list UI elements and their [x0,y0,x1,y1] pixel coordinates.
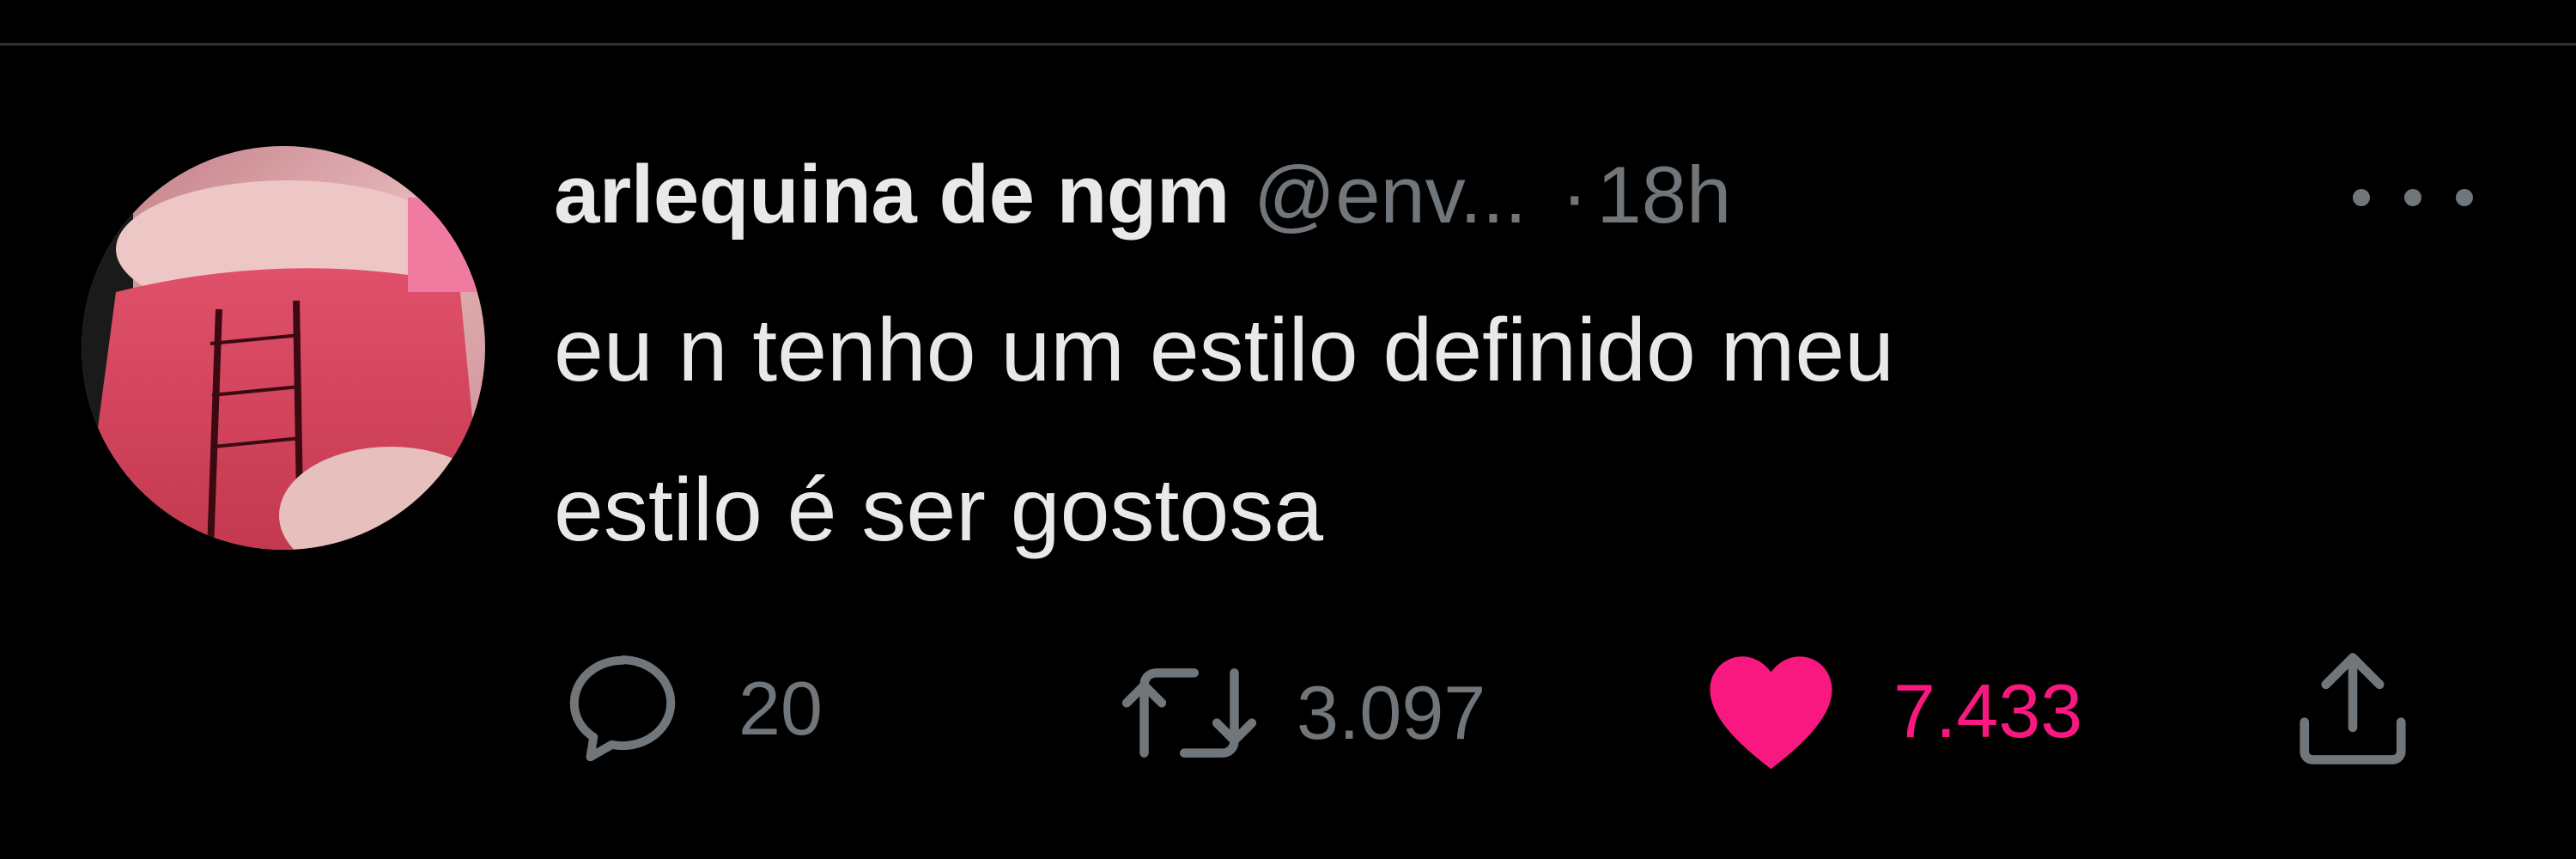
like-count: 7.433 [1893,667,2083,753]
separator-dot: · [1561,149,1589,240]
tweet-text: eu n tenho um estilo definido meu estilo… [554,271,2529,590]
reply-button[interactable]: 20 [558,644,823,773]
user-handle[interactable]: @env... [1254,149,1527,241]
reply-count: 20 [738,666,823,751]
action-bar: 20 3.097 7.433 [0,636,2576,790]
timestamp[interactable]: 18h [1596,149,1731,241]
display-name[interactable]: arlequina de ngm [554,148,1230,242]
more-dot [2404,189,2421,206]
speech-bubble-icon [569,655,676,762]
more-options-icon[interactable] [2353,176,2473,219]
tweet-header: arlequina de ngm @env... · 18h [554,148,1731,242]
share-upload-icon [2300,653,2406,765]
avatar[interactable] [82,146,485,550]
tweet-text-line: estilo é ser gostosa [554,460,1324,560]
retweet-button[interactable]: 3.097 [1116,653,1485,773]
top-divider [0,43,2576,46]
retweet-arrows-icon [1121,668,1257,758]
tweet-card[interactable]: arlequina de ngm @env... · 18h eu n tenh… [0,0,2576,859]
like-button[interactable]: 7.433 [1704,649,2082,773]
tweet-text-line: eu n tenho um estilo definido meu [554,301,1895,400]
more-dot [2353,189,2370,206]
share-button[interactable] [2288,644,2417,773]
retweet-count: 3.097 [1297,670,1486,755]
heart-icon [1710,656,1832,770]
more-dot [2456,189,2473,206]
